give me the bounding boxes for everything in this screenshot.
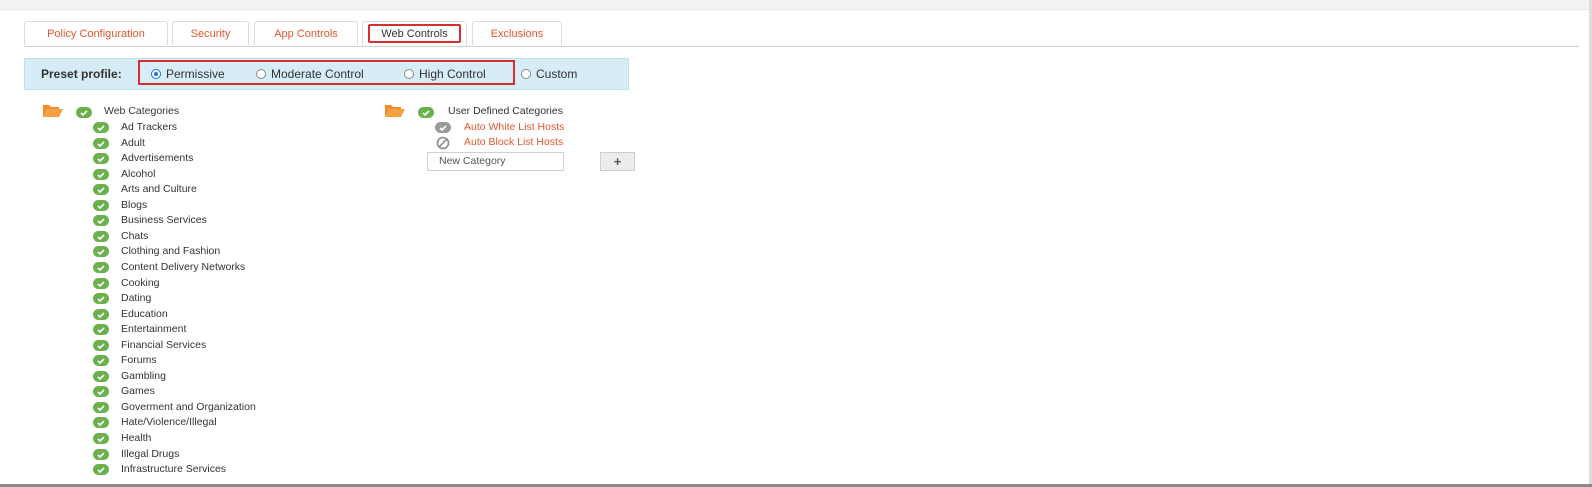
radio-label: Custom [536, 67, 578, 81]
radio-permissive[interactable]: Permissive [151, 67, 225, 81]
check-circle-icon[interactable] [93, 215, 109, 226]
category-label: Chats [121, 230, 149, 242]
radio-custom[interactable]: Custom [521, 67, 577, 81]
category-label: Content Delivery Networks [121, 261, 246, 273]
category-label: Clothing and Fashion [121, 245, 221, 257]
category-label: Alcohol [121, 168, 156, 180]
category-label: Infrastructure Services [121, 463, 227, 475]
preset-profile-bar: Preset profile: Permissive Moderate Cont… [24, 58, 629, 90]
check-circle-icon[interactable] [93, 169, 109, 180]
category-label: Entertainment [121, 323, 187, 335]
check-circle-icon[interactable] [93, 246, 109, 257]
tab-label: Security [190, 27, 231, 40]
check-circle-icon[interactable] [93, 433, 109, 444]
category-label: Advertisements [121, 152, 194, 164]
category-label: Illegal Drugs [121, 448, 180, 460]
check-circle-icon[interactable] [93, 293, 109, 304]
category-label: Health [121, 432, 152, 444]
check-circle-icon[interactable] [93, 417, 109, 428]
check-circle-icon[interactable] [435, 122, 451, 133]
category-label: Goverment and Organization [121, 401, 256, 413]
check-circle-icon[interactable] [93, 464, 109, 475]
tab-label: Policy Configuration [47, 27, 145, 40]
check-circle-icon[interactable] [93, 153, 109, 164]
radio-selected-icon [151, 69, 161, 79]
category-label: Adult [121, 137, 145, 149]
check-circle-icon[interactable] [93, 122, 109, 133]
auto-white-list-hosts-link[interactable]: Auto White List Hosts [464, 121, 564, 133]
check-circle-icon[interactable] [93, 324, 109, 335]
user-defined-categories-label[interactable]: User Defined Categories [448, 105, 563, 117]
check-circle-icon[interactable] [93, 355, 109, 366]
check-circle-icon[interactable] [93, 200, 109, 211]
check-circle-icon[interactable] [93, 371, 109, 382]
category-label: Gambling [121, 370, 166, 382]
tab-label: App Controls [274, 27, 338, 40]
category-label: Dating [121, 292, 152, 304]
tab-app-controls[interactable]: App Controls [254, 21, 358, 45]
tab-security[interactable]: Security [172, 21, 249, 45]
check-circle-icon[interactable] [93, 231, 109, 242]
tab-web-controls[interactable]: Web Controls [362, 21, 467, 46]
category-label: Ad Trackers [121, 121, 178, 133]
folder-open-icon[interactable] [43, 104, 63, 117]
top-strip [0, 0, 1592, 10]
new-category-input[interactable]: New Category [427, 152, 564, 171]
tab-exclusions[interactable]: Exclusions [472, 21, 562, 45]
preset-profile-label: Preset profile: [41, 67, 122, 81]
category-label: Hate/Violence/Illegal [121, 416, 217, 428]
web-categories-label[interactable]: Web Categories [104, 105, 179, 117]
folder-open-icon[interactable] [385, 104, 405, 117]
tab-bar: Policy Configuration Security App Contro… [24, 21, 1579, 47]
category-label: Education [121, 308, 168, 320]
check-circle-icon[interactable] [93, 184, 109, 195]
check-circle-icon[interactable] [93, 386, 109, 397]
radio-label: High Control [419, 67, 486, 81]
category-label: Cooking [121, 277, 160, 289]
new-category-placeholder: New Category [439, 155, 506, 167]
check-circle-icon[interactable] [93, 262, 109, 273]
check-circle-icon[interactable] [93, 340, 109, 351]
radio-moderate-control[interactable]: Moderate Control [256, 67, 364, 81]
tab-label: Exclusions [490, 27, 544, 40]
tab-label: Web Controls [381, 28, 448, 40]
radio-icon [404, 69, 414, 79]
radio-icon [256, 69, 266, 79]
plus-icon: + [613, 154, 622, 169]
check-circle-icon[interactable] [93, 278, 109, 289]
check-circle-icon[interactable] [93, 309, 109, 320]
radio-icon [521, 69, 531, 79]
category-label: Business Services [121, 214, 207, 226]
check-circle-icon[interactable] [76, 107, 92, 118]
category-label: Financial Services [121, 339, 207, 351]
add-category-button[interactable]: + [600, 152, 635, 171]
check-circle-icon[interactable] [418, 107, 434, 118]
category-label: Arts and Culture [121, 183, 197, 195]
check-circle-icon[interactable] [93, 138, 109, 149]
check-circle-icon[interactable] [93, 402, 109, 413]
block-icon[interactable] [436, 136, 450, 150]
category-label: Blogs [121, 199, 148, 211]
auto-block-list-hosts-link[interactable]: Auto Block List Hosts [464, 136, 563, 148]
radio-high-control[interactable]: High Control [404, 67, 486, 81]
category-label: Games [121, 385, 155, 397]
radio-label: Moderate Control [271, 67, 364, 81]
radio-label: Permissive [166, 67, 225, 81]
category-label: Forums [121, 354, 157, 366]
tab-policy-configuration[interactable]: Policy Configuration [24, 21, 168, 45]
check-circle-icon[interactable] [93, 449, 109, 460]
